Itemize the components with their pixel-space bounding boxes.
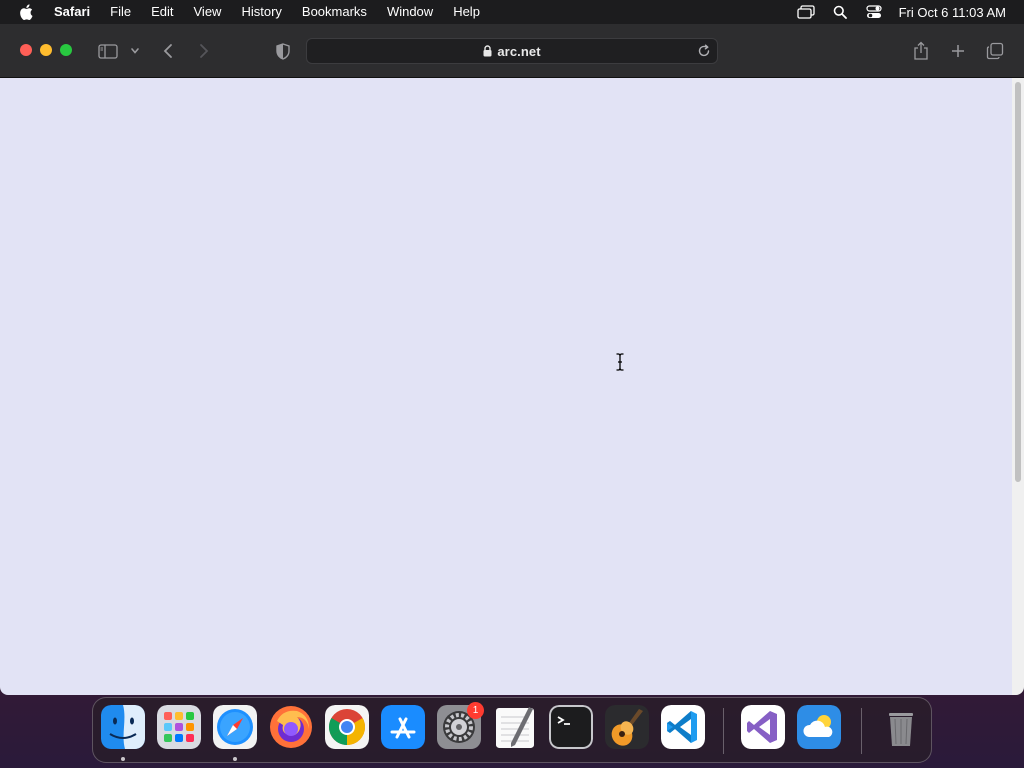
- menu-bar: Safari File Edit View History Bookmarks …: [0, 0, 1024, 24]
- menu-edit[interactable]: Edit: [141, 0, 183, 24]
- menu-app-name[interactable]: Safari: [52, 0, 100, 24]
- dock-terminal-icon[interactable]: [549, 705, 593, 749]
- new-tab-plus-icon[interactable]: [947, 38, 969, 64]
- dock-trash-icon[interactable]: [879, 705, 923, 749]
- reload-icon[interactable]: [696, 43, 712, 59]
- forward-chevron-right-icon[interactable]: [194, 38, 214, 64]
- dock-visual-studio-icon[interactable]: [741, 705, 785, 749]
- menu-help[interactable]: Help: [443, 0, 490, 24]
- dock-vscode-icon[interactable]: [661, 705, 705, 749]
- menubar-clock[interactable]: Fri Oct 6 11:03 AM: [899, 5, 1006, 20]
- dock: 1: [92, 697, 932, 763]
- dock-chrome-icon[interactable]: [325, 705, 369, 749]
- dock-garageband-icon[interactable]: [605, 705, 649, 749]
- maximize-window-button[interactable]: [60, 44, 72, 56]
- dock-textedit-icon[interactable]: [493, 705, 537, 749]
- sidebar-toggle-icon[interactable]: [96, 38, 120, 64]
- vertical-scrollbar[interactable]: [1012, 78, 1024, 695]
- minimize-window-button[interactable]: [40, 44, 52, 56]
- dock-app-store-icon[interactable]: [381, 705, 425, 749]
- menu-history[interactable]: History: [231, 0, 291, 24]
- finder-running-indicator: [121, 757, 125, 761]
- dock-safari-icon[interactable]: [213, 705, 257, 749]
- address-bar[interactable]: arc.net: [306, 38, 718, 64]
- share-icon[interactable]: [910, 38, 932, 64]
- control-center-icon[interactable]: [857, 0, 891, 24]
- tab-overview-icon[interactable]: [984, 38, 1006, 64]
- privacy-shield-icon[interactable]: [272, 38, 294, 64]
- tab-group-chevron-down-icon[interactable]: [128, 38, 142, 64]
- screen-mirroring-icon[interactable]: [789, 0, 823, 24]
- scrollbar-thumb[interactable]: [1015, 82, 1021, 482]
- dock-separator: [861, 708, 862, 754]
- dock-system-settings-icon[interactable]: 1: [437, 702, 484, 749]
- lock-icon: [483, 45, 492, 57]
- menu-window[interactable]: Window: [377, 0, 443, 24]
- browser-toolbar: arc.net: [0, 24, 1024, 78]
- menu-bookmarks[interactable]: Bookmarks: [292, 0, 377, 24]
- dock-firefox-icon[interactable]: [269, 705, 313, 749]
- apple-menu-icon[interactable]: [0, 4, 52, 20]
- back-chevron-left-icon[interactable]: [158, 38, 178, 64]
- safari-running-indicator: [233, 757, 237, 761]
- spotlight-search-icon[interactable]: [823, 0, 857, 24]
- safari-window: arc.net: [0, 24, 1024, 695]
- address-url: arc.net: [497, 43, 541, 59]
- text-cursor-icon: [615, 353, 625, 376]
- web-page-content[interactable]: [0, 78, 1012, 695]
- menu-view[interactable]: View: [184, 0, 232, 24]
- notification-badge: 1: [467, 702, 484, 719]
- dock-finder-icon[interactable]: [101, 705, 145, 749]
- dock-weather-icon[interactable]: [797, 705, 841, 749]
- dock-separator: [723, 708, 724, 754]
- menu-file[interactable]: File: [100, 0, 141, 24]
- close-window-button[interactable]: [20, 44, 32, 56]
- dock-launchpad-icon[interactable]: [157, 705, 201, 749]
